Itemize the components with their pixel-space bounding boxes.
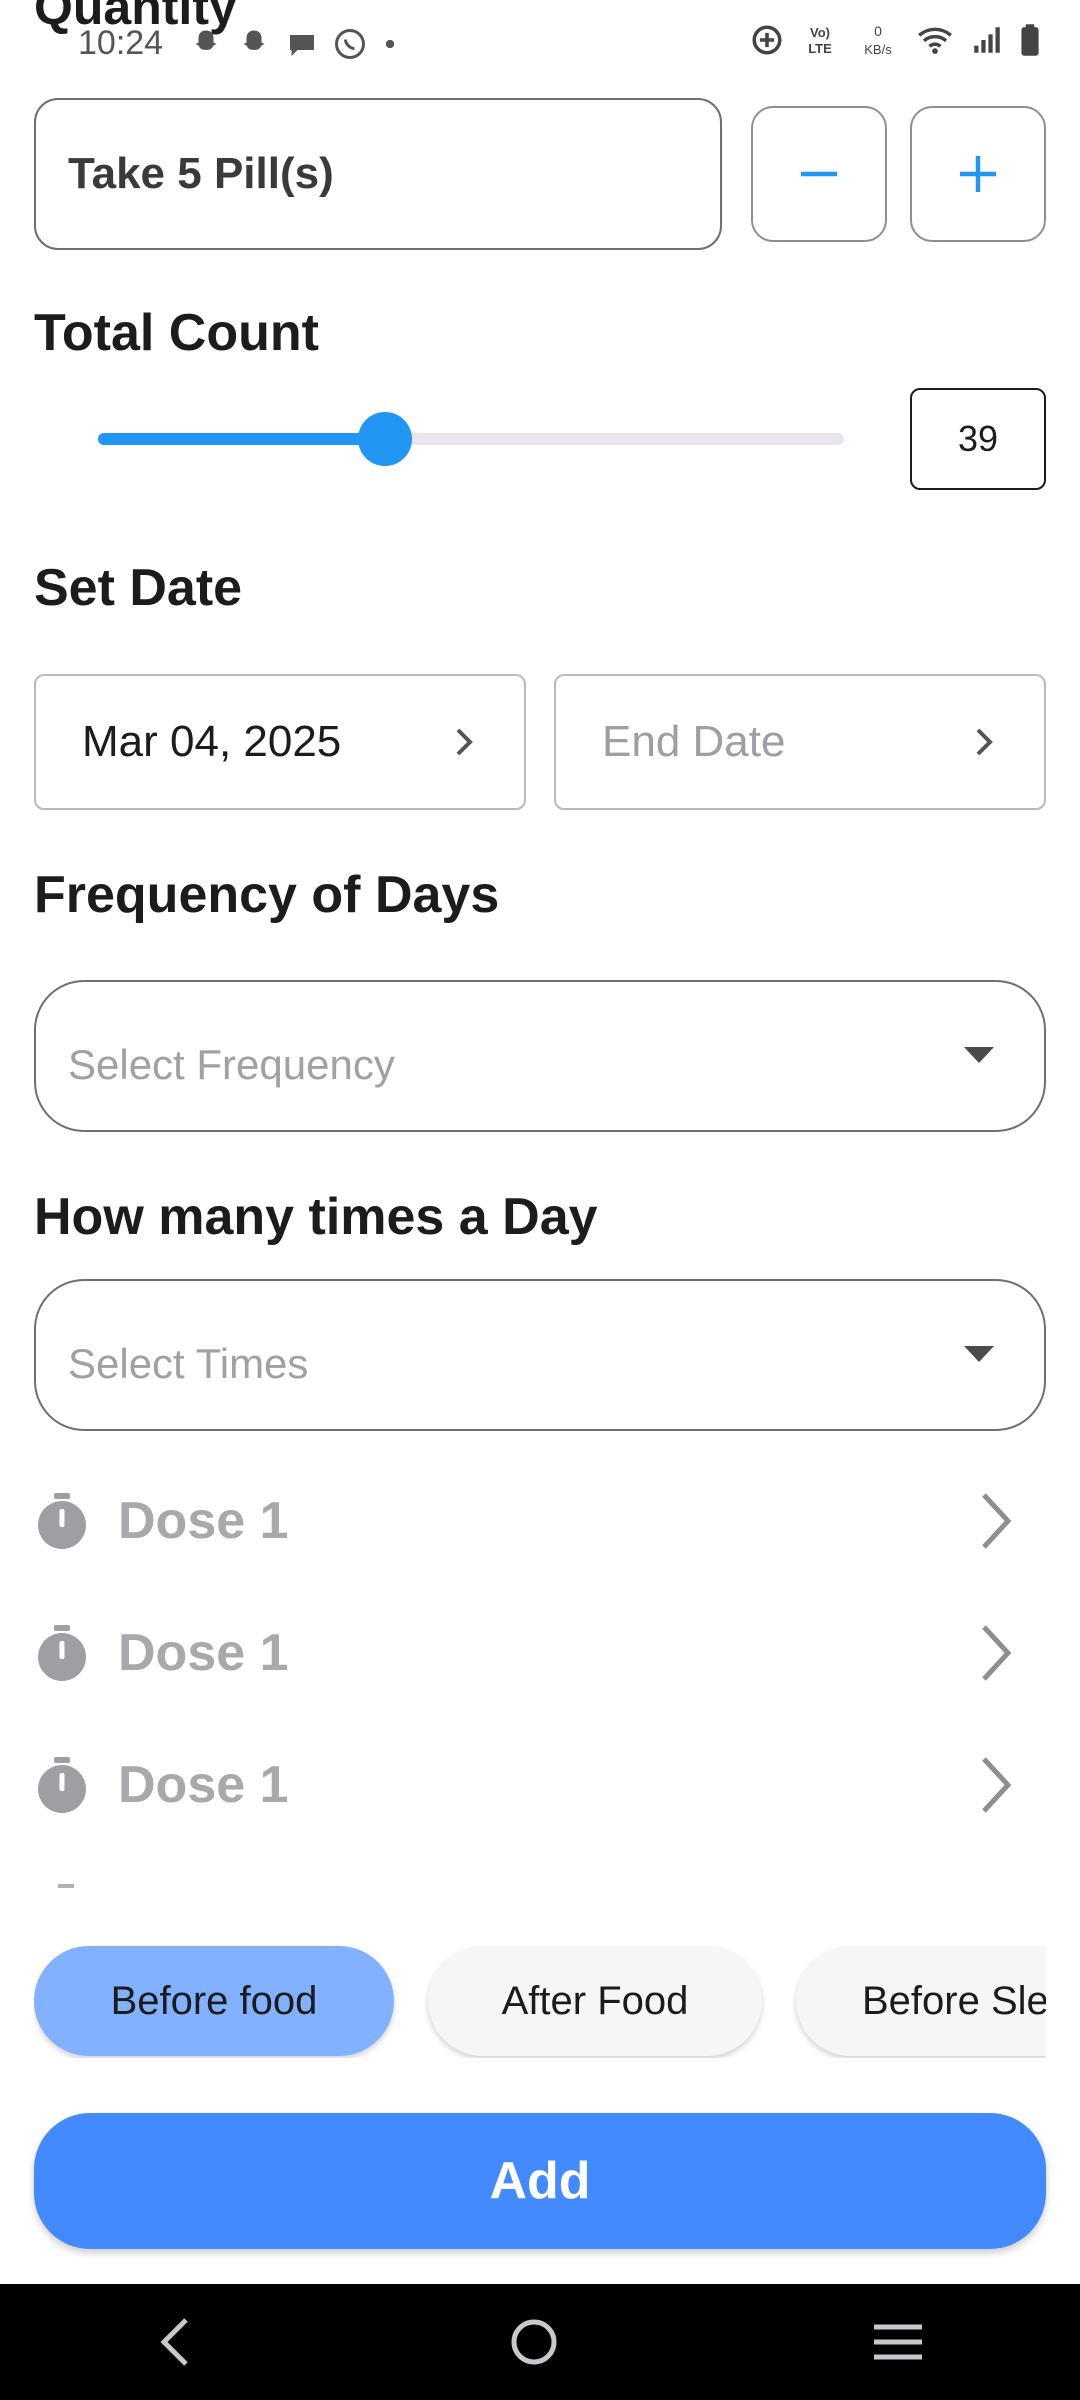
timer-icon: [38, 1757, 86, 1813]
times-placeholder: Select Times: [68, 1340, 309, 1387]
dose-row[interactable]: Dose 1: [34, 1603, 1046, 1703]
set-date-heading: Set Date: [34, 559, 243, 617]
volte-icon: Vo) LTE: [808, 25, 832, 56]
quantity-field[interactable]: Take 5 Pill(s): [34, 98, 722, 250]
decrement-button[interactable]: [751, 106, 887, 242]
plus-icon: [960, 156, 996, 192]
status-bar: 10:24 Vo) LTE 0 KB/s: [0, 0, 1080, 90]
status-time: 10:24: [78, 24, 164, 62]
chevron-right-icon: [976, 728, 993, 756]
minus-icon: [801, 171, 837, 177]
svg-text:KB/s: KB/s: [864, 42, 892, 57]
chevron-right-icon: [456, 728, 473, 756]
food-timing-chips: Before food After Food Before Sleep: [34, 1946, 1046, 2058]
start-date-value: Mar 04, 2025: [82, 717, 342, 766]
increment-button[interactable]: [910, 106, 1046, 242]
snapchat-icon: [243, 30, 265, 50]
data-saver-icon: [752, 25, 782, 55]
navigation-bar: [0, 2284, 1080, 2400]
svg-text:LTE: LTE: [808, 41, 832, 56]
frequency-placeholder: Select Frequency: [68, 1041, 395, 1088]
chevron-right-icon: [982, 1493, 1012, 1549]
count-slider-fill: [98, 433, 386, 445]
chip-before-food[interactable]: Before food: [34, 1946, 394, 2056]
dose-label: Dose 1: [118, 1492, 289, 1550]
total-count-heading: Total Count: [34, 304, 319, 362]
chevron-right-icon: [982, 1625, 1012, 1681]
timer-icon: [38, 1493, 86, 1549]
notification-icons: [188, 26, 400, 62]
dose-row-partial: [58, 1884, 74, 1888]
chip-before-sleep[interactable]: Before Sleep: [796, 1946, 1046, 2056]
times-per-day-heading: How many times a Day: [34, 1188, 598, 1246]
snapchat-icon: [195, 30, 217, 50]
dose-row[interactable]: Dose 1: [34, 1471, 1046, 1571]
battery-icon: [1021, 24, 1039, 56]
home-icon[interactable]: [509, 2317, 559, 2367]
end-date-placeholder: End Date: [602, 717, 786, 766]
frequency-dropdown[interactable]: Select Frequency: [34, 980, 1046, 1132]
add-button[interactable]: Add: [34, 2113, 1046, 2249]
svg-text:0: 0: [874, 23, 882, 39]
start-date-picker[interactable]: Mar 04, 2025: [34, 674, 526, 810]
dot-icon: [385, 39, 395, 49]
whatsapp-icon: [335, 29, 365, 59]
wifi-icon: [918, 27, 952, 54]
count-slider-thumb[interactable]: [358, 412, 413, 466]
back-icon[interactable]: [156, 2316, 196, 2368]
dose-row[interactable]: Dose 1: [34, 1735, 1046, 1835]
chat-icon: [290, 35, 314, 56]
dose-label: Dose 1: [118, 1624, 289, 1682]
frequency-heading: Frequency of Days: [34, 866, 500, 924]
timer-icon: [38, 1625, 86, 1681]
system-icons: Vo) LTE 0 KB/s: [750, 20, 1040, 60]
menu-icon[interactable]: [872, 2322, 924, 2362]
dropdown-arrow-icon: [964, 1047, 994, 1063]
svg-text:Vo): Vo): [810, 25, 830, 40]
signal-icon: [974, 27, 1000, 53]
times-dropdown[interactable]: Select Times: [34, 1279, 1046, 1431]
chevron-right-icon: [982, 1757, 1012, 1813]
total-count-value[interactable]: 39: [910, 388, 1046, 490]
end-date-picker[interactable]: End Date: [554, 674, 1046, 810]
chip-after-food[interactable]: After Food: [428, 1946, 762, 2056]
dropdown-arrow-icon: [964, 1346, 994, 1362]
network-speed-icon: 0 KB/s: [864, 23, 892, 57]
dose-label: Dose 1: [118, 1756, 289, 1814]
